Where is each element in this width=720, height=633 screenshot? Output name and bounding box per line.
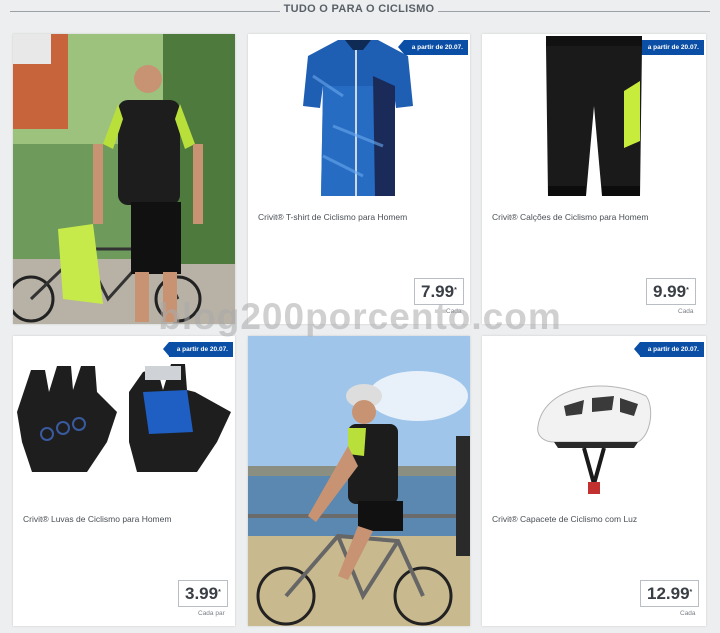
- price-tag: 9.99*: [646, 278, 696, 305]
- cycling-shorts-image: [546, 36, 642, 196]
- price-value: 3.99: [185, 584, 219, 603]
- price-unit: Cada par: [198, 610, 225, 617]
- product-card-shorts[interactable]: a partir de 20.07. Crivit® Calções de Ci…: [482, 34, 706, 324]
- price-tag: 12.99*: [640, 580, 700, 607]
- product-name[interactable]: Crivit® Luvas de Ciclismo para Homem: [23, 514, 171, 524]
- product-card-jersey[interactable]: a partir de 20.07. Crivit® T-shirt de Ci…: [248, 34, 470, 324]
- price-unit: Cada: [678, 308, 694, 315]
- cycling-helmet-image: [537, 385, 652, 494]
- header-divider-right: [438, 11, 710, 12]
- price-asterisk: *: [686, 287, 689, 294]
- availability-badge: a partir de 20.07.: [162, 342, 233, 357]
- product-name[interactable]: Crivit® Calções de Ciclismo para Homem: [492, 212, 648, 222]
- lifestyle-photo-cyclist[interactable]: [13, 34, 235, 324]
- price-value: 12.99: [647, 584, 690, 603]
- header-divider-left: [10, 11, 280, 12]
- price-asterisk: *: [454, 287, 457, 294]
- availability-badge: a partir de 20.07.: [397, 40, 468, 55]
- cycling-gloves-image: [17, 364, 231, 472]
- price-unit: Cada: [680, 610, 696, 617]
- price-tag: 3.99*: [178, 580, 228, 607]
- price-value: 9.99: [653, 282, 687, 301]
- section-title: TUDO O PARA O CICLISMO: [283, 3, 435, 15]
- section-header: TUDO O PARA O CICLISMO: [0, 0, 720, 22]
- cyclist-riding-photo: [248, 336, 470, 626]
- price-asterisk: *: [689, 589, 693, 596]
- product-card-gloves[interactable]: a partir de 20.07. Crivit® Luvas de Cicl…: [13, 336, 235, 626]
- price-asterisk: *: [218, 589, 221, 596]
- product-name[interactable]: Crivit® T-shirt de Ciclismo para Homem: [258, 212, 407, 222]
- product-name[interactable]: Crivit® Capacete de Ciclismo com Luz: [492, 514, 637, 524]
- availability-badge: a partir de 20.07.: [633, 40, 704, 55]
- product-card-helmet[interactable]: a partir de 20.07. Crivit® Capacete de C…: [482, 336, 706, 626]
- lifestyle-photo-riding[interactable]: [248, 336, 470, 626]
- cyclist-standing-photo: [13, 34, 235, 324]
- availability-badge: a partir de 20.07.: [633, 342, 704, 357]
- watermark-text: blog200porcento.com: [158, 296, 562, 337]
- cycling-jersey-image: [303, 40, 413, 196]
